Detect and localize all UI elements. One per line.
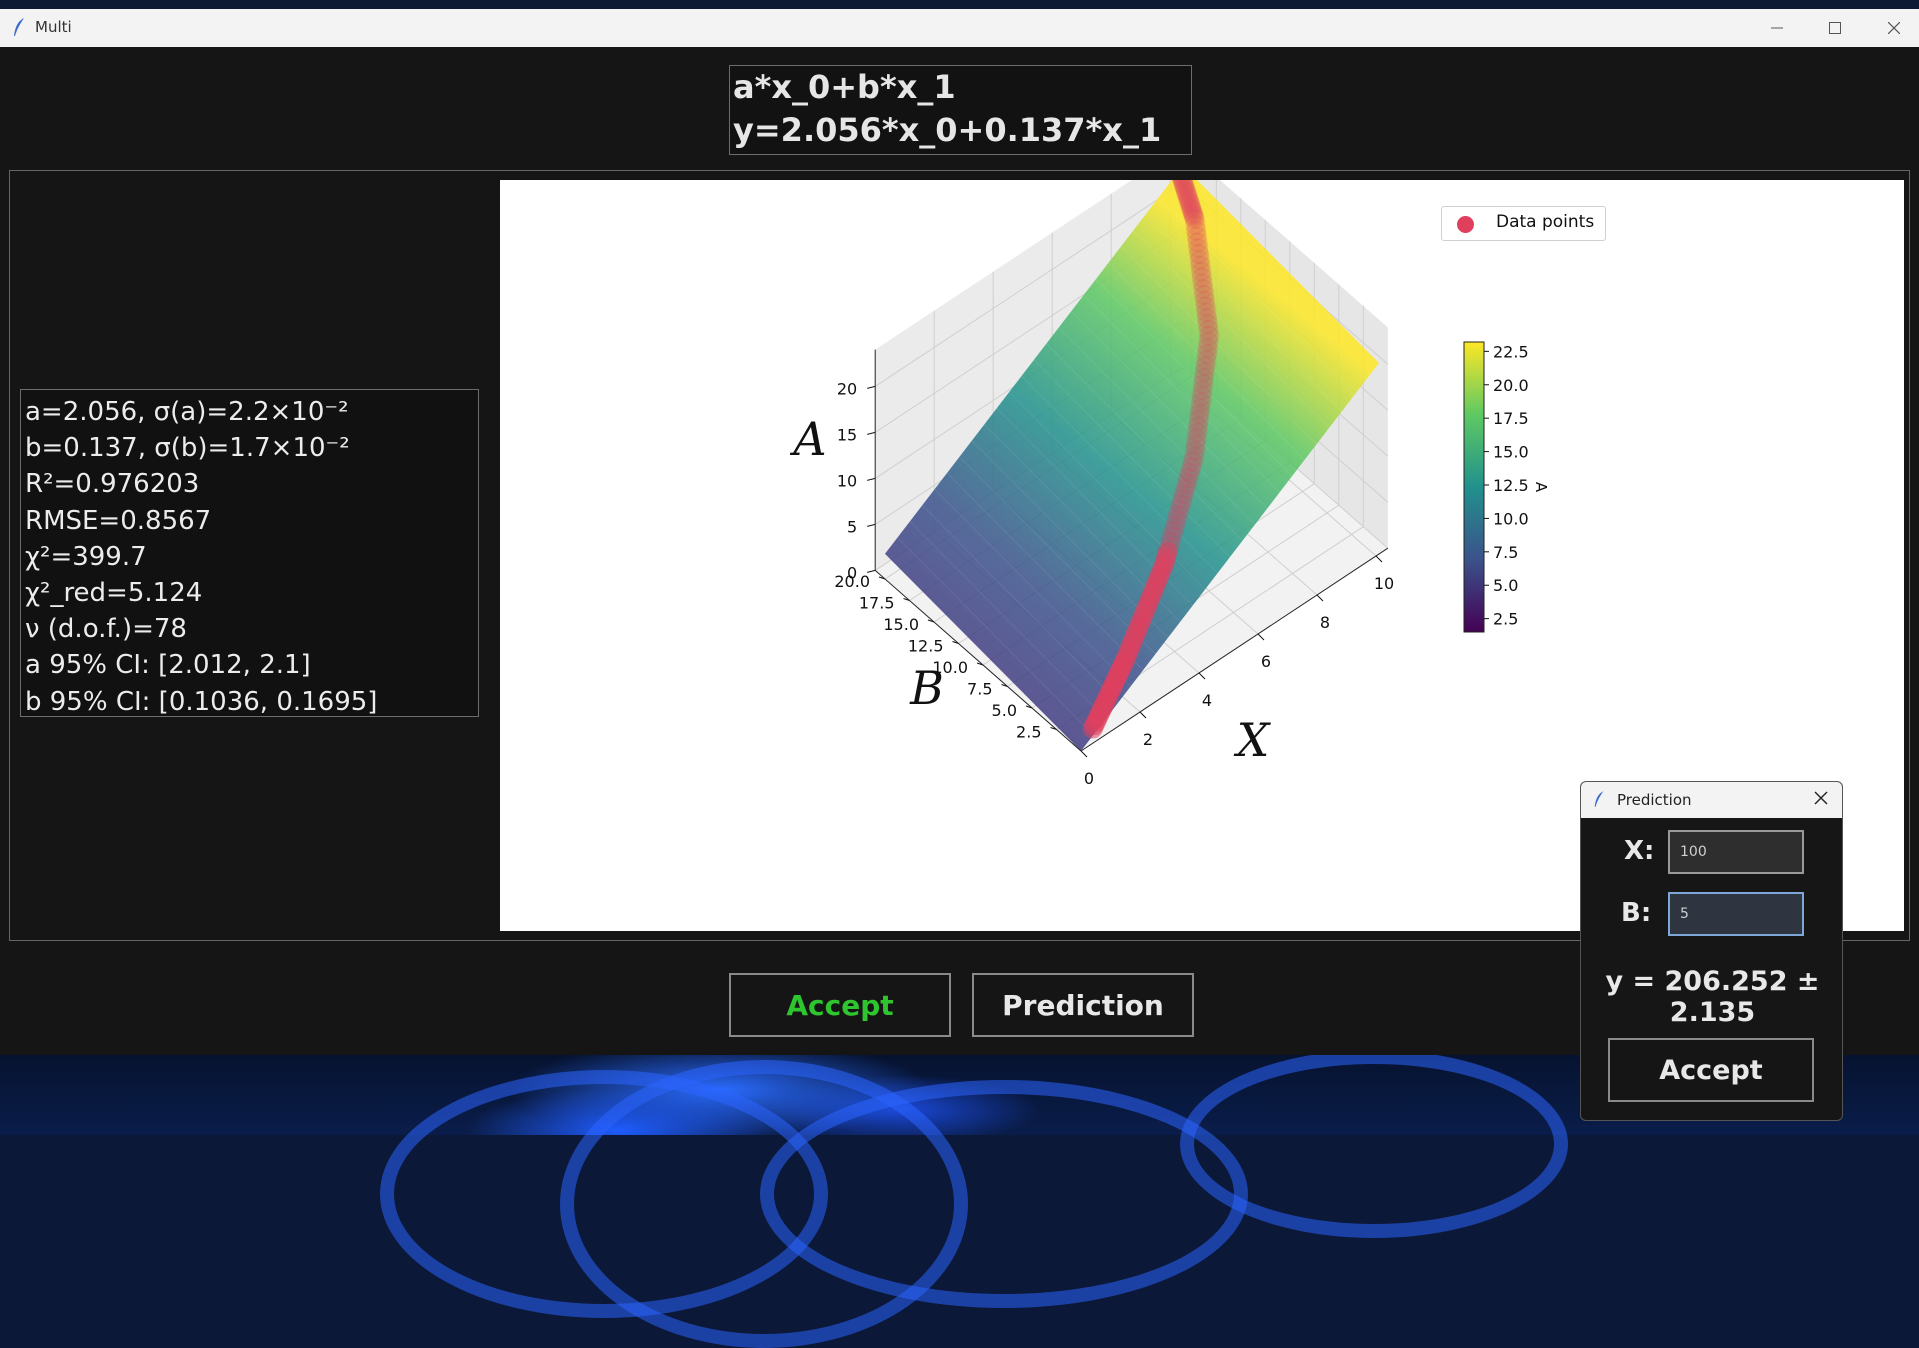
desktop-top-strip bbox=[0, 0, 1919, 9]
colorbar: 2.5 5.0 7.5 10.0 12.5 15.0 17.5 20.0 22.5 A bbox=[1463, 341, 1550, 633]
colorbar-tick-label: 7.5 bbox=[1493, 543, 1518, 562]
model-formula: a*x_0+b*x_1 bbox=[733, 68, 956, 106]
a-tick-label: 5 bbox=[847, 517, 857, 536]
colorbar-tick-label: 20.0 bbox=[1493, 376, 1529, 395]
b-tick-label: 12.5 bbox=[908, 637, 944, 656]
colorbar-tick-label: 17.5 bbox=[1493, 409, 1529, 428]
x-tick-label: 4 bbox=[1202, 691, 1212, 710]
colorbar-label: A bbox=[1532, 482, 1550, 493]
window-title: Multi bbox=[35, 18, 72, 36]
close-icon[interactable] bbox=[1814, 791, 1828, 805]
dialog-title: Prediction bbox=[1617, 791, 1692, 809]
maximize-button[interactable] bbox=[1811, 9, 1859, 47]
stat-line: b=0.137, σ(b)=1.7×10⁻² bbox=[25, 433, 350, 464]
colorbar-gradient bbox=[1463, 341, 1485, 633]
feather-icon bbox=[1594, 791, 1604, 807]
x-axis-title: X bbox=[1234, 713, 1272, 767]
feather-icon bbox=[14, 18, 24, 36]
title-bar: Multi bbox=[0, 9, 1919, 47]
x-label: X: bbox=[1624, 836, 1655, 866]
close-icon bbox=[1888, 22, 1900, 34]
stat-line: R²=0.976203 bbox=[25, 469, 200, 500]
stat-line: ν (d.o.f.)=78 bbox=[25, 614, 187, 645]
minimize-button[interactable] bbox=[1753, 9, 1801, 47]
b-tick-label: 15.0 bbox=[883, 615, 919, 634]
x-tick-label: 8 bbox=[1320, 613, 1330, 632]
b-tick-label: 5.0 bbox=[992, 701, 1017, 720]
x-tick-label: 0 bbox=[1084, 769, 1094, 788]
prediction-result: y = 206.252 ± 2.135 bbox=[1605, 966, 1820, 1028]
b-label: B: bbox=[1621, 898, 1652, 928]
colorbar-tick-label: 15.0 bbox=[1493, 443, 1529, 462]
x-input[interactable] bbox=[1668, 830, 1804, 874]
legend-marker bbox=[1457, 216, 1474, 233]
stat-line: RMSE=0.8567 bbox=[25, 505, 212, 536]
minimize-icon bbox=[1771, 27, 1783, 29]
x-tick-label: 6 bbox=[1261, 652, 1271, 671]
dialog-title-bar: Prediction bbox=[1581, 782, 1842, 818]
formula-display: a*x_0+b*x_1 y=2.056*x_0+0.137*x_1 bbox=[729, 65, 1192, 155]
colorbar-tick-label: 12.5 bbox=[1493, 476, 1529, 495]
b-tick-label: 17.5 bbox=[859, 594, 895, 613]
a-tick-label: 10 bbox=[837, 471, 857, 490]
a-tick-label: 0 bbox=[847, 563, 857, 582]
x-tick-label: 10 bbox=[1374, 574, 1394, 593]
colorbar-tick-label: 22.5 bbox=[1493, 342, 1529, 361]
stat-line: χ²_red=5.124 bbox=[25, 578, 203, 609]
b-input[interactable] bbox=[1668, 892, 1804, 936]
a-axis-title: A bbox=[789, 412, 826, 466]
stat-line: χ²=399.7 bbox=[25, 541, 147, 572]
fit-statistics: a=2.056, σ(a)=2.2×10⁻² b=0.137, σ(b)=1.7… bbox=[20, 389, 479, 717]
maximize-icon bbox=[1829, 22, 1841, 34]
b-tick-label: 7.5 bbox=[967, 680, 992, 699]
stat-line: b 95% CI: [0.1036, 0.1695] bbox=[25, 686, 378, 717]
colorbar-tick-label: 2.5 bbox=[1493, 610, 1518, 629]
prediction-dialog: Prediction X: B: y = 206.252 ± 2.135 Acc… bbox=[1580, 781, 1843, 1121]
dialog-accept-button[interactable]: Accept bbox=[1608, 1038, 1814, 1102]
legend-label: Data points bbox=[1496, 212, 1595, 232]
x-tick-label: 2 bbox=[1143, 730, 1153, 749]
b-axis-title: B bbox=[909, 661, 944, 715]
b-tick-label: 2.5 bbox=[1016, 723, 1041, 742]
stat-line: a 95% CI: [2.012, 2.1] bbox=[25, 650, 311, 681]
a-tick-label: 15 bbox=[837, 425, 857, 444]
legend: Data points bbox=[1441, 206, 1606, 241]
fitted-formula: y=2.056*x_0+0.137*x_1 bbox=[733, 111, 1162, 149]
stat-line: a=2.056, σ(a)=2.2×10⁻² bbox=[25, 397, 349, 427]
prediction-button[interactable]: Prediction bbox=[972, 973, 1194, 1037]
accept-button[interactable]: Accept bbox=[729, 973, 951, 1037]
a-tick-label: 20 bbox=[837, 379, 857, 398]
colorbar-tick-label: 5.0 bbox=[1493, 576, 1518, 595]
close-button[interactable] bbox=[1870, 9, 1918, 47]
colorbar-tick-label: 10.0 bbox=[1493, 509, 1529, 528]
